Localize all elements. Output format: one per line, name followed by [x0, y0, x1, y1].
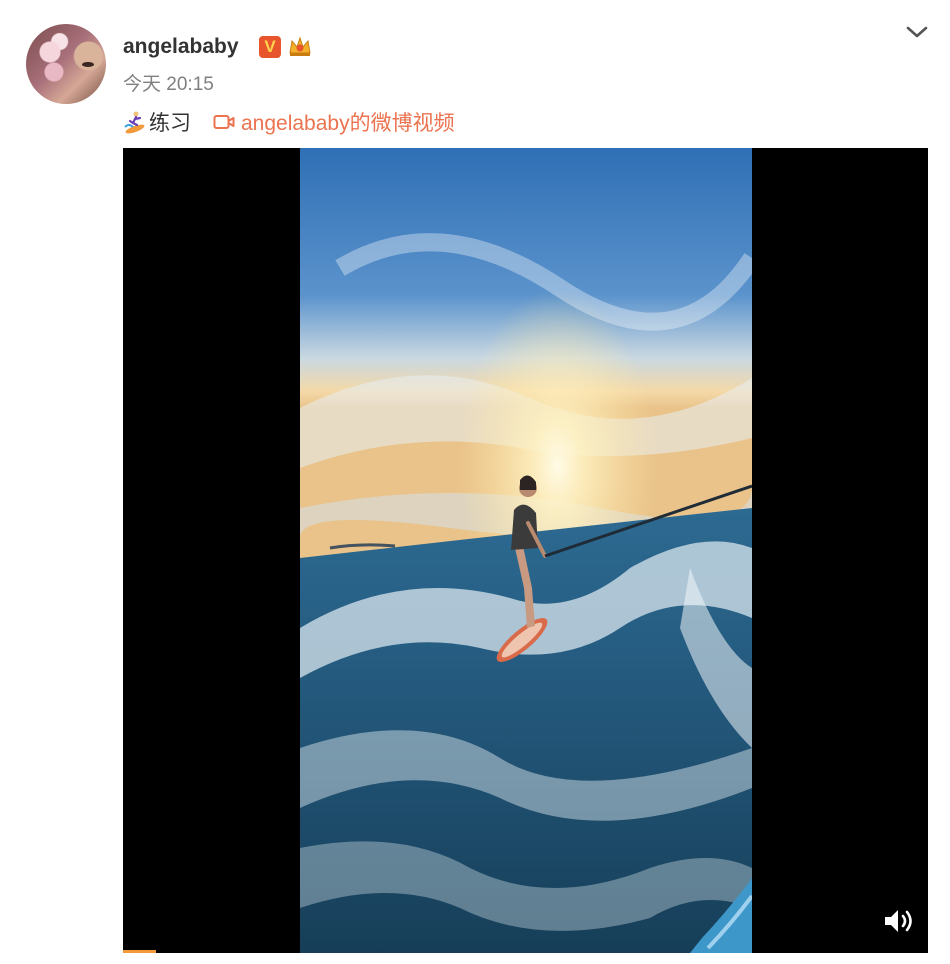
verified-badge-icon: V [259, 36, 281, 58]
chevron-down-icon[interactable] [905, 22, 929, 42]
volume-icon[interactable] [882, 906, 916, 936]
avatar-eye [82, 62, 94, 67]
post-text: 练习 [149, 112, 191, 135]
post-body: 练习 angelababy的微博视频 [123, 108, 455, 136]
video-link[interactable]: angelababy的微博视频 [213, 107, 455, 137]
post-timestamp[interactable]: 今天 20:15 [123, 73, 214, 97]
video-camera-icon [213, 115, 235, 129]
surfing-emoji-icon [124, 111, 145, 134]
video-frame [300, 148, 752, 953]
crown-icon [289, 36, 311, 56]
avatar[interactable] [26, 24, 106, 104]
video-player[interactable] [123, 148, 928, 953]
username[interactable]: angelababy [123, 34, 239, 60]
video-link-label: angelababy的微博视频 [241, 112, 455, 135]
video-scene [300, 148, 752, 953]
video-progress-bar[interactable] [123, 950, 156, 953]
